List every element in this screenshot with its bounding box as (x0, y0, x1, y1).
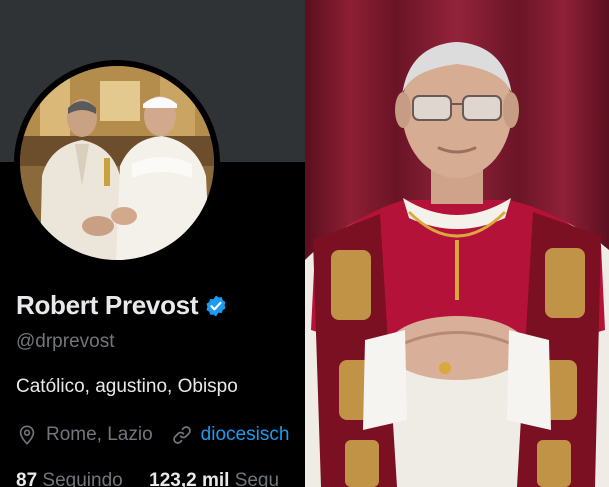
followers-link[interactable]: 123,2 mil Segu (149, 470, 279, 487)
profile-panel: Robert Prevost @drprevost Católico, agus… (0, 0, 305, 487)
profile-bio: Católico, agustino, Obispo (16, 376, 238, 397)
following-count: 87 (16, 470, 38, 487)
followers-label: Segu (234, 470, 280, 487)
avatar[interactable] (20, 66, 214, 260)
location-pin-icon (19, 425, 35, 445)
bishop-photo (305, 0, 609, 487)
profile-handle: @drprevost (16, 331, 115, 352)
profile-name-row: Robert Prevost (16, 290, 228, 321)
link-icon (172, 426, 191, 444)
following-label: Seguindo (42, 470, 123, 487)
follow-stats: 87 Seguindo 123,2 mil Segu (16, 470, 279, 487)
profile-location: Rome, Lazio (46, 424, 153, 445)
profile-website-link[interactable]: diocesisch (201, 424, 290, 446)
verified-badge-icon[interactable] (204, 294, 228, 318)
profile-meta: Rome, Lazio diocesisch (16, 424, 289, 446)
followers-count: 123,2 mil (149, 470, 230, 487)
display-name: Robert Prevost (16, 290, 199, 320)
following-link[interactable]: 87 Seguindo (16, 470, 123, 487)
